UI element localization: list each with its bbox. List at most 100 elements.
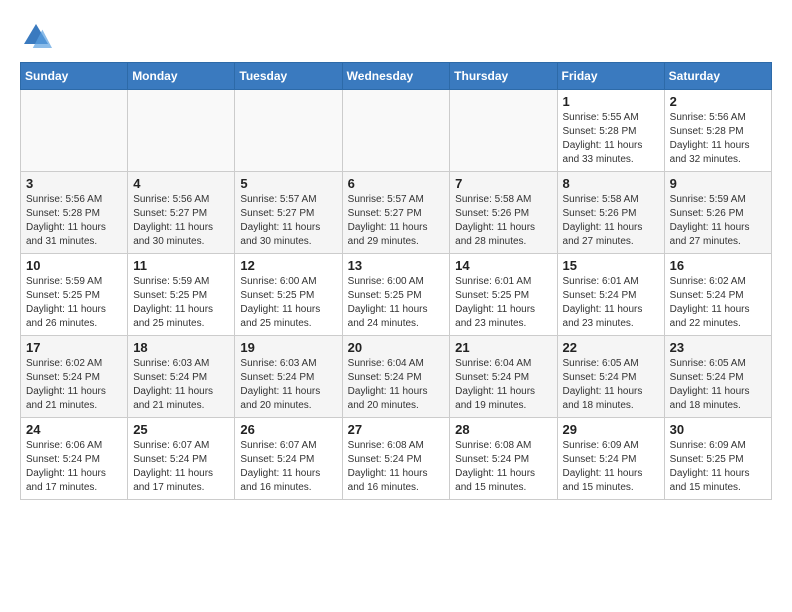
header [20, 20, 772, 52]
day-number: 13 [348, 258, 445, 273]
logo-icon [20, 20, 52, 52]
header-row: SundayMondayTuesdayWednesdayThursdayFrid… [21, 63, 772, 90]
day-number: 23 [670, 340, 766, 355]
calendar-day-cell: 14 Sunrise: 6:01 AM Sunset: 5:25 PM Dayli… [450, 254, 557, 336]
day-info: Sunrise: 6:04 AM Sunset: 5:24 PM Dayligh… [455, 357, 551, 413]
weekday-header: Wednesday [342, 63, 450, 90]
day-info: Sunrise: 6:05 AM Sunset: 5:24 PM Dayligh… [563, 357, 659, 413]
calendar-day-cell: 22 Sunrise: 6:05 AM Sunset: 5:24 PM Dayli… [557, 336, 664, 418]
calendar-day-cell [128, 90, 235, 172]
calendar-day-cell: 13 Sunrise: 6:00 AM Sunset: 5:25 PM Dayli… [342, 254, 450, 336]
calendar-day-cell: 21 Sunrise: 6:04 AM Sunset: 5:24 PM Dayli… [450, 336, 557, 418]
weekday-header: Tuesday [235, 63, 342, 90]
calendar-day-cell: 10Sunrise: 5:59 AM Sunset: 5:25 PM Dayli… [21, 254, 128, 336]
day-info: Sunrise: 6:01 AM Sunset: 5:24 PM Dayligh… [563, 275, 659, 331]
day-info: Sunrise: 6:08 AM Sunset: 5:24 PM Dayligh… [455, 439, 551, 495]
day-number: 21 [455, 340, 551, 355]
calendar-day-cell: 7Sunrise: 5:58 AM Sunset: 5:26 PM Daylig… [450, 172, 557, 254]
day-number: 11 [133, 258, 229, 273]
day-info: Sunrise: 6:04 AM Sunset: 5:24 PM Dayligh… [348, 357, 445, 413]
day-number: 25 [133, 422, 229, 437]
day-number: 12 [240, 258, 336, 273]
calendar-day-cell: 2 Sunrise: 5:56 AM Sunset: 5:28 PM Daylig… [664, 90, 771, 172]
calendar-day-cell: 1Sunrise: 5:55 AM Sunset: 5:28 PM Daylig… [557, 90, 664, 172]
day-number: 29 [563, 422, 659, 437]
day-info: Sunrise: 5:56 AM Sunset: 5:28 PM Dayligh… [670, 111, 766, 167]
day-info: Sunrise: 6:09 AM Sunset: 5:25 PM Dayligh… [670, 439, 766, 495]
day-number: 16 [670, 258, 766, 273]
day-info: Sunrise: 5:57 AM Sunset: 5:27 PM Dayligh… [240, 193, 336, 249]
calendar-day-cell: 9Sunrise: 5:59 AM Sunset: 5:26 PM Daylig… [664, 172, 771, 254]
day-info: Sunrise: 6:06 AM Sunset: 5:24 PM Dayligh… [26, 439, 122, 495]
calendar-day-cell: 17Sunrise: 6:02 AM Sunset: 5:24 PM Dayli… [21, 336, 128, 418]
calendar-week-row: 1Sunrise: 5:55 AM Sunset: 5:28 PM Daylig… [21, 90, 772, 172]
weekday-header: Saturday [664, 63, 771, 90]
calendar-week-row: 24 Sunrise: 6:06 AM Sunset: 5:24 PM Dayli… [21, 418, 772, 500]
weekday-header: Friday [557, 63, 664, 90]
calendar-body: 1Sunrise: 5:55 AM Sunset: 5:28 PM Daylig… [21, 90, 772, 500]
calendar-day-cell: 5 Sunrise: 5:57 AM Sunset: 5:27 PM Daylig… [235, 172, 342, 254]
calendar-header: SundayMondayTuesdayWednesdayThursdayFrid… [21, 63, 772, 90]
calendar-week-row: 3 Sunrise: 5:56 AM Sunset: 5:28 PM Daylig… [21, 172, 772, 254]
calendar-day-cell: 6Sunrise: 5:57 AM Sunset: 5:27 PM Daylig… [342, 172, 450, 254]
day-info: Sunrise: 6:08 AM Sunset: 5:24 PM Dayligh… [348, 439, 445, 495]
day-number: 28 [455, 422, 551, 437]
calendar: SundayMondayTuesdayWednesdayThursdayFrid… [20, 62, 772, 500]
weekday-header: Monday [128, 63, 235, 90]
day-number: 6 [348, 176, 445, 191]
day-number: 24 [26, 422, 122, 437]
calendar-day-cell: 11 Sunrise: 5:59 AM Sunset: 5:25 PM Dayli… [128, 254, 235, 336]
logo [20, 20, 58, 52]
day-info: Sunrise: 6:03 AM Sunset: 5:24 PM Dayligh… [133, 357, 229, 413]
day-number: 8 [563, 176, 659, 191]
day-number: 27 [348, 422, 445, 437]
day-number: 4 [133, 176, 229, 191]
calendar-day-cell: 29Sunrise: 6:09 AM Sunset: 5:24 PM Dayli… [557, 418, 664, 500]
day-number: 19 [240, 340, 336, 355]
calendar-day-cell: 30Sunrise: 6:09 AM Sunset: 5:25 PM Dayli… [664, 418, 771, 500]
day-info: Sunrise: 6:07 AM Sunset: 5:24 PM Dayligh… [240, 439, 336, 495]
day-number: 14 [455, 258, 551, 273]
calendar-day-cell: 26Sunrise: 6:07 AM Sunset: 5:24 PM Dayli… [235, 418, 342, 500]
day-number: 10 [26, 258, 122, 273]
calendar-day-cell: 28 Sunrise: 6:08 AM Sunset: 5:24 PM Dayli… [450, 418, 557, 500]
day-number: 20 [348, 340, 445, 355]
calendar-week-row: 17Sunrise: 6:02 AM Sunset: 5:24 PM Dayli… [21, 336, 772, 418]
day-info: Sunrise: 5:56 AM Sunset: 5:27 PM Dayligh… [133, 193, 229, 249]
day-info: Sunrise: 6:03 AM Sunset: 5:24 PM Dayligh… [240, 357, 336, 413]
day-number: 15 [563, 258, 659, 273]
day-info: Sunrise: 6:00 AM Sunset: 5:25 PM Dayligh… [240, 275, 336, 331]
day-info: Sunrise: 5:59 AM Sunset: 5:25 PM Dayligh… [133, 275, 229, 331]
calendar-day-cell: 12 Sunrise: 6:00 AM Sunset: 5:25 PM Dayli… [235, 254, 342, 336]
calendar-day-cell: 4 Sunrise: 5:56 AM Sunset: 5:27 PM Daylig… [128, 172, 235, 254]
day-info: Sunrise: 5:58 AM Sunset: 5:26 PM Dayligh… [563, 193, 659, 249]
day-number: 2 [670, 94, 766, 109]
calendar-day-cell: 16 Sunrise: 6:02 AM Sunset: 5:24 PM Dayli… [664, 254, 771, 336]
day-number: 17 [26, 340, 122, 355]
day-info: Sunrise: 6:00 AM Sunset: 5:25 PM Dayligh… [348, 275, 445, 331]
calendar-day-cell: 19 Sunrise: 6:03 AM Sunset: 5:24 PM Dayli… [235, 336, 342, 418]
day-info: Sunrise: 5:56 AM Sunset: 5:28 PM Dayligh… [26, 193, 122, 249]
day-info: Sunrise: 6:07 AM Sunset: 5:24 PM Dayligh… [133, 439, 229, 495]
day-info: Sunrise: 5:59 AM Sunset: 5:26 PM Dayligh… [670, 193, 766, 249]
calendar-day-cell: 3 Sunrise: 5:56 AM Sunset: 5:28 PM Daylig… [21, 172, 128, 254]
day-info: Sunrise: 6:02 AM Sunset: 5:24 PM Dayligh… [670, 275, 766, 331]
calendar-week-row: 10 Sunrise: 5:59 AM Sunset: 5:25 PM Dayli… [21, 254, 772, 336]
calendar-day-cell [450, 90, 557, 172]
calendar-day-cell: 24 Sunrise: 6:06 AM Sunset: 5:24 PM Dayli… [21, 418, 128, 500]
calendar-day-cell [235, 90, 342, 172]
day-info: Sunrise: 6:01 AM Sunset: 5:25 PM Dayligh… [455, 275, 551, 331]
day-number: 5 [240, 176, 336, 191]
day-info: Sunrise: 5:55 AM Sunset: 5:28 PM Dayligh… [563, 111, 659, 167]
day-number: 22 [563, 340, 659, 355]
day-info: Sunrise: 6:05 AM Sunset: 5:24 PM Dayligh… [670, 357, 766, 413]
calendar-day-cell: 20 Sunrise: 6:04 AM Sunset: 5:24 PM Dayli… [342, 336, 450, 418]
calendar-day-cell: 18 Sunrise: 6:03 AM Sunset: 5:24 PM Dayli… [128, 336, 235, 418]
calendar-day-cell: 25 Sunrise: 6:07 AM Sunset: 5:24 PM Dayli… [128, 418, 235, 500]
day-number: 7 [455, 176, 551, 191]
calendar-day-cell [21, 90, 128, 172]
day-number: 18 [133, 340, 229, 355]
day-number: 3 [26, 176, 122, 191]
calendar-day-cell: 8 Sunrise: 5:58 AM Sunset: 5:26 PM Daylig… [557, 172, 664, 254]
calendar-day-cell: 27 Sunrise: 6:08 AM Sunset: 5:24 PM Dayli… [342, 418, 450, 500]
